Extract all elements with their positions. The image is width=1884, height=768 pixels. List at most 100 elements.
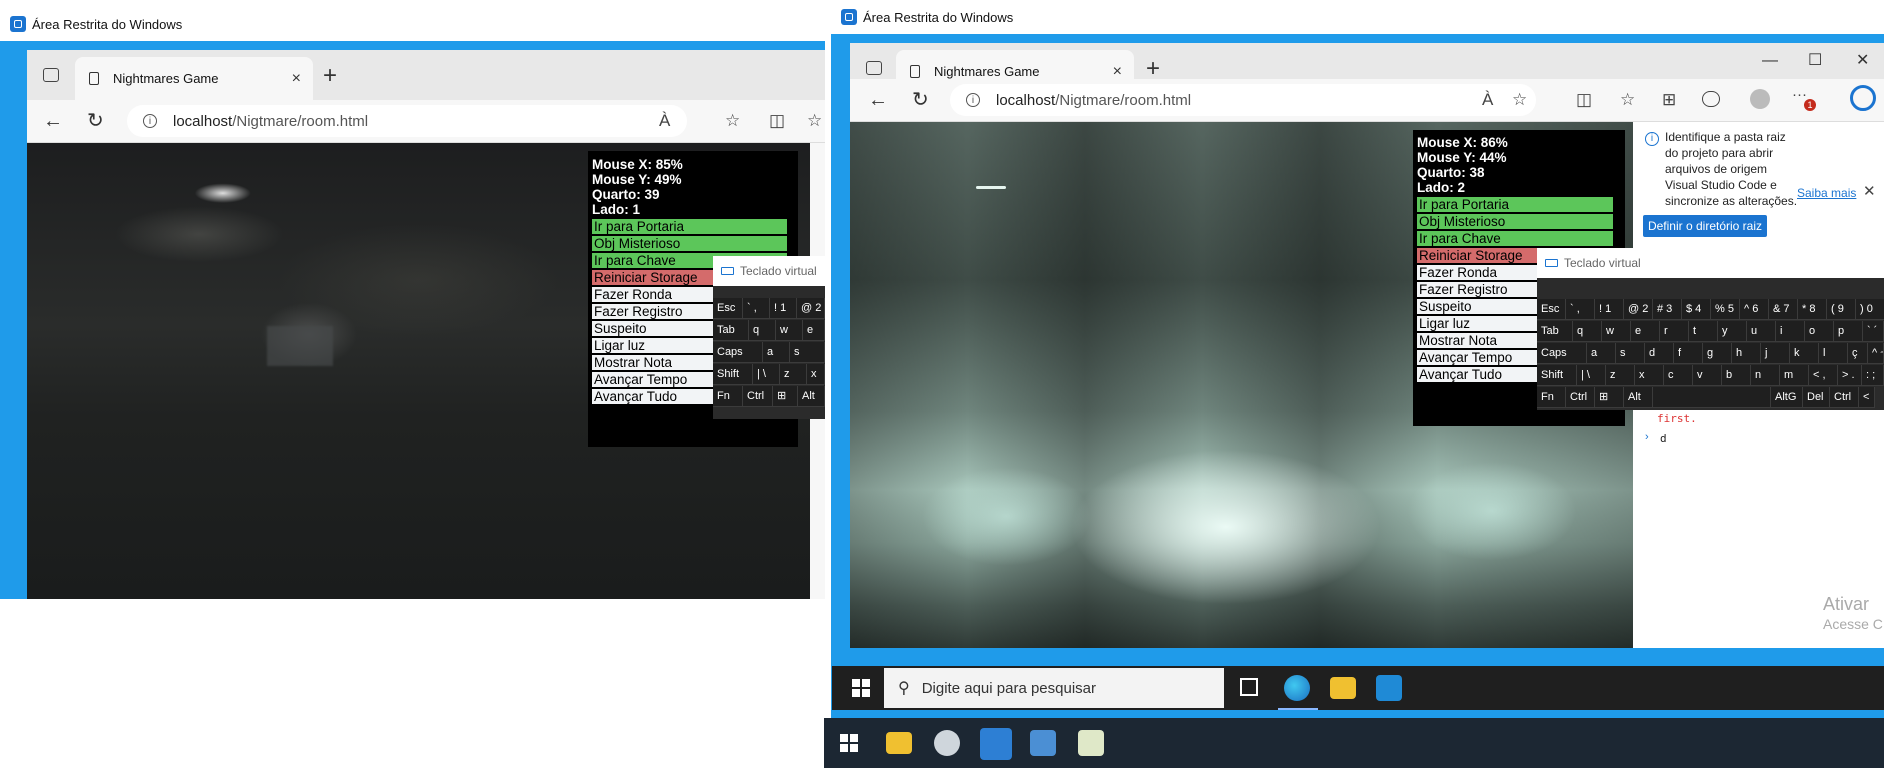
back-icon[interactable]: ← — [43, 111, 63, 131]
tab-actions-icon[interactable] — [43, 68, 59, 82]
vk-key[interactable]: Tab — [1537, 321, 1573, 342]
vk-key[interactable]: ( 9 — [1827, 299, 1856, 320]
vk-key[interactable]: e — [1631, 321, 1660, 342]
vk-key[interactable]: Ctrl — [1830, 387, 1859, 408]
split-screen-icon[interactable]: ◫ — [769, 112, 785, 129]
right-btn-ir-portaria[interactable]: Ir para Portaria — [1417, 197, 1613, 212]
vk-key[interactable]: ` , — [1566, 299, 1595, 320]
left-btn-obj-misterioso[interactable]: Obj Misterioso — [592, 236, 787, 251]
new-tab-button[interactable]: + — [1146, 57, 1160, 81]
vk-key[interactable]: q — [1573, 321, 1602, 342]
vk-key[interactable]: u — [1747, 321, 1776, 342]
vk-key[interactable]: @ 2 — [1624, 299, 1653, 320]
vk-key[interactable]: s — [790, 342, 825, 363]
vk-key[interactable]: @ 2 — [797, 298, 825, 319]
vk-key[interactable]: f — [1674, 343, 1703, 364]
vk-key[interactable]: c — [1664, 365, 1693, 386]
back-icon[interactable]: ← — [868, 90, 888, 110]
vk-key[interactable]: k — [1790, 343, 1819, 364]
vk-key[interactable]: Esc — [713, 298, 743, 319]
right-vk-titlebar[interactable]: Teclado virtual — [1537, 248, 1884, 278]
edge-app-icon[interactable] — [1284, 675, 1310, 701]
vk-key[interactable]: a — [763, 342, 790, 363]
vk-key[interactable]: i — [1776, 321, 1805, 342]
right-game-viewport[interactable]: Mouse X: 86% Mouse Y: 44% Quarto: 38 Lad… — [850, 122, 1633, 648]
host-sandbox-icon[interactable] — [980, 728, 1012, 760]
vk-key[interactable]: z — [1606, 365, 1635, 386]
vk-key[interactable]: Caps — [1537, 343, 1587, 364]
vk-key[interactable]: | \ — [753, 364, 780, 385]
vk-key[interactable]: < — [1859, 387, 1875, 408]
taskbar-search-box[interactable]: ⚲ Digite aqui para pesquisar — [884, 668, 1224, 708]
vk-key[interactable]: g — [1703, 343, 1732, 364]
vk-key[interactable]: > . — [1838, 365, 1862, 386]
vk-key[interactable]: $ 4 — [1682, 299, 1711, 320]
vscode-icon[interactable] — [1376, 675, 1402, 701]
vk-key[interactable]: Fn — [1537, 387, 1566, 408]
right-address-bar[interactable]: i localhost/Nigtmare/room.html À ☆ — [950, 84, 1536, 116]
vk-key[interactable]: Esc — [1537, 299, 1566, 320]
maximize-button[interactable]: ☐ — [1808, 53, 1822, 69]
vk-key[interactable]: ) 0 — [1856, 299, 1884, 320]
copilot-icon[interactable] — [1850, 85, 1876, 111]
tab-close-icon[interactable]: × — [292, 70, 301, 88]
vk-key[interactable]: Shift — [1537, 365, 1577, 386]
favorites-icon[interactable]: ☆ — [1620, 91, 1635, 108]
vk-key[interactable]: q — [749, 320, 776, 341]
vk-key[interactable]: ! 1 — [1595, 299, 1624, 320]
vk-key[interactable]: ` ´ — [1863, 321, 1884, 342]
vk-key[interactable]: y — [1718, 321, 1747, 342]
vk-key[interactable]: | \ — [1577, 365, 1606, 386]
tab-actions-icon[interactable] — [866, 61, 882, 75]
collections-icon[interactable]: ⊞ — [1662, 91, 1676, 108]
vk-key[interactable]: # 3 — [1653, 299, 1682, 320]
read-aloud-icon[interactable]: À — [659, 112, 670, 129]
close-icon[interactable]: ✕ — [1863, 182, 1876, 200]
vk-key[interactable]: v — [1693, 365, 1722, 386]
vk-key[interactable]: p — [1834, 321, 1863, 342]
vk-key[interactable]: j — [1761, 343, 1790, 364]
vk-key[interactable]: ! 1 — [770, 298, 797, 319]
vk-key[interactable]: m — [1780, 365, 1809, 386]
vk-key[interactable]: Alt — [798, 386, 825, 407]
vk-key[interactable]: Ctrl — [743, 386, 773, 407]
host-start-button[interactable] — [840, 734, 858, 752]
favorite-icon[interactable]: ☆ — [725, 112, 740, 129]
vk-key[interactable]: * 8 — [1798, 299, 1827, 320]
vk-key[interactable]: ^ ~ — [1868, 343, 1884, 364]
host-notes-app-icon[interactable] — [1078, 730, 1104, 756]
host-file-explorer-icon[interactable] — [886, 732, 912, 754]
vk-key[interactable]: d — [1645, 343, 1674, 364]
refresh-icon[interactable]: ↻ — [912, 90, 929, 110]
vk-key[interactable]: t — [1689, 321, 1718, 342]
vk-key[interactable]: w — [776, 320, 803, 341]
right-btn-obj-misterioso[interactable]: Obj Misterioso — [1417, 214, 1613, 229]
vk-key[interactable]: b — [1722, 365, 1751, 386]
favorites-icon[interactable]: ☆ — [807, 112, 822, 129]
close-window-button[interactable]: ✕ — [1856, 53, 1869, 69]
windows-key-icon[interactable]: ⊞ — [1595, 387, 1624, 408]
vk-key[interactable]: a — [1587, 343, 1616, 364]
profile-avatar[interactable] — [1750, 89, 1770, 109]
vk-key[interactable]: ^ 6 — [1740, 299, 1769, 320]
right-btn-ir-chave[interactable]: Ir para Chave — [1417, 231, 1613, 246]
vk-key[interactable]: Fn — [713, 386, 743, 407]
vk-key[interactable]: % 5 — [1711, 299, 1740, 320]
vk-key[interactable]: AltG — [1771, 387, 1803, 408]
vk-key[interactable]: h — [1732, 343, 1761, 364]
vk-key[interactable]: x — [1635, 365, 1664, 386]
vk-key[interactable]: < , — [1809, 365, 1838, 386]
minimize-button[interactable]: — — [1762, 53, 1778, 69]
read-aloud-icon[interactable]: À — [1482, 91, 1493, 108]
browser-essentials-icon[interactable] — [1702, 91, 1720, 107]
vk-key[interactable]: : ; — [1862, 365, 1884, 386]
vk-key[interactable]: Shift — [713, 364, 753, 385]
vk-key[interactable]: l — [1819, 343, 1848, 364]
vk-key[interactable]: Tab — [713, 320, 749, 341]
task-view-icon[interactable] — [1240, 678, 1258, 696]
vk-space-key[interactable] — [1653, 387, 1771, 408]
split-screen-icon[interactable]: ◫ — [1576, 91, 1592, 108]
windows-key-icon[interactable]: ⊞ — [773, 386, 798, 407]
new-tab-button[interactable]: + — [323, 64, 337, 88]
left-address-bar[interactable]: i localhost/Nigtmare/room.html À — [127, 105, 687, 137]
